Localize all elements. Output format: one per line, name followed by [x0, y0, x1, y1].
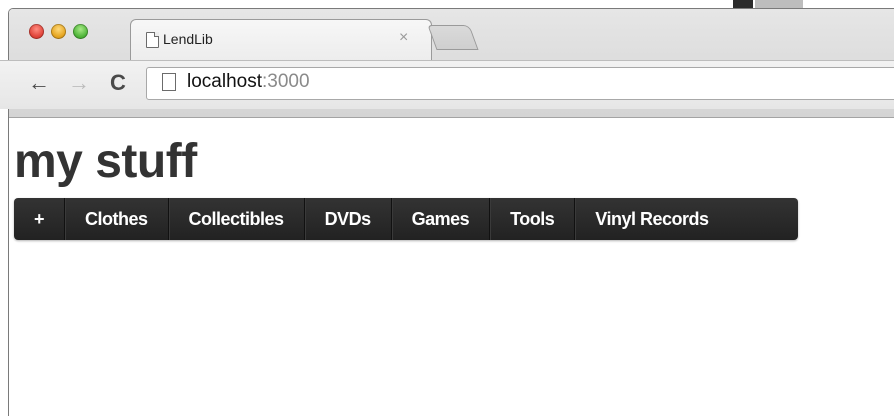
tab-title: LendLib: [163, 31, 213, 47]
back-arrow-icon[interactable]: ←: [28, 71, 50, 95]
nav-item-dvds[interactable]: DVDs: [305, 198, 392, 240]
close-window-button[interactable]: [29, 24, 44, 39]
nav-item-tools[interactable]: Tools: [490, 198, 576, 240]
nav-item-games[interactable]: Games: [392, 198, 491, 240]
url-host: localhost: [187, 71, 262, 92]
page-icon: [162, 73, 176, 91]
zoom-window-button[interactable]: [73, 24, 88, 39]
page-icon: [146, 32, 159, 48]
nav-item-collectibles[interactable]: Collectibles: [169, 198, 305, 240]
screen: LendLib × ← → C localhost:3000 my stuff …: [0, 0, 894, 416]
new-tab-button[interactable]: [427, 25, 479, 50]
category-navbar: + Clothes Collectibles DVDs Games Tools …: [14, 198, 798, 240]
url-port: :3000: [262, 71, 310, 92]
page-title: my stuff: [14, 135, 197, 188]
minimize-window-button[interactable]: [51, 24, 66, 39]
reload-icon[interactable]: C: [110, 71, 126, 95]
nav-item-clothes[interactable]: Clothes: [65, 198, 169, 240]
url-text[interactable]: localhost:3000: [187, 71, 310, 93]
add-category-button[interactable]: +: [14, 198, 66, 240]
forward-arrow-icon[interactable]: →: [68, 71, 90, 95]
nav-item-vinyl-records[interactable]: Vinyl Records: [575, 198, 728, 240]
tab-close-icon[interactable]: ×: [399, 29, 408, 47]
